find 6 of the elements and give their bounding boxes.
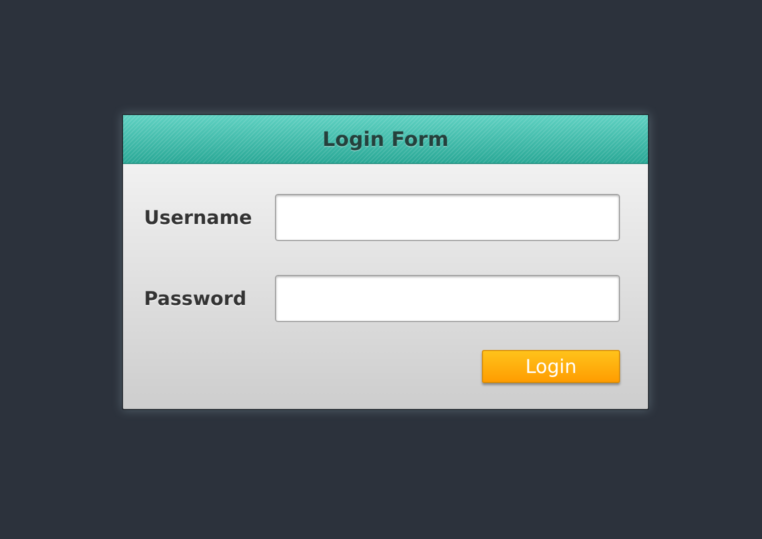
field-label: Password bbox=[144, 288, 248, 310]
field-label: Username bbox=[144, 206, 254, 228]
login-button[interactable]: Login bbox=[482, 350, 620, 383]
input-field[interactable] bbox=[275, 194, 620, 241]
form-title: Login Form bbox=[322, 127, 449, 151]
input-field[interactable] bbox=[275, 275, 620, 322]
